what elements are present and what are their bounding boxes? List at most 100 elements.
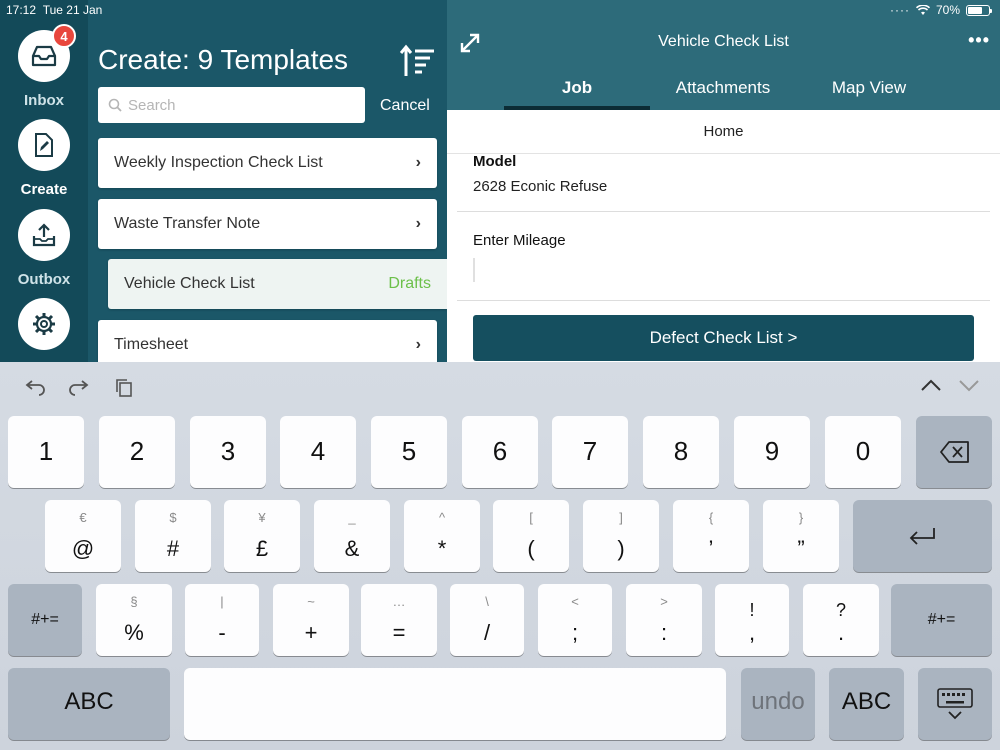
- drafts-status: Drafts: [388, 275, 431, 292]
- key-5[interactable]: 5: [371, 416, 447, 488]
- return-icon: [909, 528, 935, 545]
- key-8[interactable]: 8: [643, 416, 719, 488]
- space-key[interactable]: [184, 668, 726, 740]
- rail-item-settings[interactable]: [0, 298, 88, 350]
- outbox-label: Outbox: [17, 271, 71, 288]
- tab-map-view[interactable]: Map View: [796, 78, 942, 98]
- edit-document-icon: [35, 133, 53, 157]
- create-button[interactable]: [18, 119, 70, 171]
- abc-key-left[interactable]: ABC: [8, 668, 170, 740]
- key-ampersand[interactable]: _ &: [314, 500, 390, 572]
- cancel-button[interactable]: Cancel: [380, 97, 430, 115]
- key-open-paren[interactable]: [(: [493, 500, 569, 572]
- templates-panel: Create: 9 Templates Cancel Weekly Inspec…: [88, 0, 447, 362]
- key-percent[interactable]: §%: [96, 584, 172, 656]
- key-slash[interactable]: \ /: [450, 584, 524, 656]
- key-minus[interactable]: | -: [185, 584, 259, 656]
- detail-title: Vehicle Check List: [658, 33, 789, 50]
- gear-icon: [33, 313, 55, 335]
- template-item-vehicle-check[interactable]: Vehicle Check List Drafts: [108, 259, 447, 309]
- backspace-key[interactable]: [916, 416, 992, 488]
- template-item-timesheet[interactable]: Timesheet ›: [98, 320, 437, 362]
- key-9[interactable]: 9: [734, 416, 810, 488]
- search-icon: [108, 98, 122, 112]
- key-equals[interactable]: … =: [361, 584, 437, 656]
- model-value: 2628 Econic Refuse: [473, 178, 608, 195]
- search-box[interactable]: [98, 87, 365, 123]
- key-at[interactable]: € @: [45, 500, 121, 572]
- symbols-shift-key-right[interactable]: #+=: [891, 584, 992, 656]
- key-plus[interactable]: ~ +: [273, 584, 349, 656]
- tab-attachments[interactable]: Attachments: [650, 78, 796, 98]
- status-time: 17:12 Tue 21 Jan: [6, 3, 103, 17]
- rail-item-inbox[interactable]: 4 Inbox: [0, 24, 88, 109]
- battery-icon: [966, 4, 992, 16]
- template-item-waste-transfer[interactable]: Waste Transfer Note ›: [98, 199, 437, 249]
- key-comma[interactable]: !,: [715, 584, 789, 656]
- tab-job[interactable]: Job: [504, 78, 650, 98]
- left-rail: 4 Inbox Create Outbox: [0, 0, 88, 362]
- key-semicolon[interactable]: <;: [538, 584, 612, 656]
- wifi-icon: [915, 4, 930, 15]
- key-0[interactable]: 0: [825, 416, 901, 488]
- keyboard-hide-icon: [937, 688, 973, 720]
- undo-icon[interactable]: [24, 378, 46, 398]
- template-item-label: Timesheet: [114, 336, 189, 353]
- sort-icon[interactable]: [400, 44, 436, 78]
- upload-tray-icon: [32, 223, 56, 247]
- page-title: Create: 9 Templates: [98, 44, 349, 75]
- outbox-button[interactable]: [18, 209, 70, 261]
- template-item-label: Vehicle Check List: [124, 275, 255, 292]
- hide-keyboard-key[interactable]: [918, 668, 992, 740]
- key-hash[interactable]: $ #: [135, 500, 211, 572]
- key-colon[interactable]: >:: [626, 584, 702, 656]
- inbox-button[interactable]: 4: [18, 24, 76, 82]
- inbox-label: Inbox: [24, 92, 64, 109]
- paste-icon[interactable]: [114, 378, 134, 398]
- template-item-weekly-inspection[interactable]: Weekly Inspection Check List ›: [98, 138, 437, 188]
- chevron-right-icon: ›: [415, 336, 421, 353]
- inbox-icon: [31, 45, 57, 67]
- search-input[interactable]: [128, 96, 348, 114]
- more-options-icon[interactable]: •••: [968, 30, 990, 51]
- undo-key[interactable]: undo: [741, 668, 815, 740]
- model-label: Model: [473, 153, 517, 170]
- rail-item-create[interactable]: Create: [0, 119, 88, 198]
- divider: [457, 211, 990, 212]
- chevron-up-icon[interactable]: [920, 378, 942, 392]
- inbox-badge: 4: [52, 24, 76, 48]
- key-quote[interactable]: }”: [763, 500, 839, 572]
- key-pound[interactable]: ¥ £: [224, 500, 300, 572]
- abc-key-right[interactable]: ABC: [829, 668, 904, 740]
- chevron-right-icon: ›: [415, 154, 421, 171]
- redo-icon[interactable]: [68, 378, 90, 398]
- key-asterisk[interactable]: ^ *: [404, 500, 480, 572]
- chevron-right-icon: ›: [415, 215, 421, 232]
- signal-icon: ····: [889, 3, 910, 17]
- defect-check-list-button[interactable]: Defect Check List >: [473, 315, 974, 361]
- status-bar: 17:12 Tue 21 Jan ···· 70%: [0, 0, 1000, 20]
- return-key[interactable]: [853, 500, 992, 572]
- mileage-input[interactable]: [473, 258, 973, 282]
- key-4[interactable]: 4: [280, 416, 356, 488]
- symbols-shift-key-left[interactable]: #+=: [8, 584, 82, 656]
- key-close-paren[interactable]: ]): [583, 500, 659, 572]
- on-screen-keyboard: 1 2 3 4 5 6 7 8 9 0 € @ $ # ¥ £ _ & ^ * [( ])…: [0, 362, 1000, 750]
- backspace-icon: [940, 441, 969, 463]
- key-apostrophe[interactable]: {’: [673, 500, 749, 572]
- chevron-down-icon[interactable]: [958, 378, 980, 392]
- detail-pane: Vehicle Check List ••• Job Attachments M…: [447, 0, 1000, 362]
- key-1[interactable]: 1: [8, 416, 84, 488]
- settings-button[interactable]: [18, 298, 70, 350]
- key-period[interactable]: ?.: [803, 584, 879, 656]
- mileage-label: Enter Mileage: [473, 232, 566, 249]
- key-6[interactable]: 6: [462, 416, 538, 488]
- template-item-label: Waste Transfer Note: [114, 215, 261, 232]
- rail-item-outbox[interactable]: Outbox: [0, 209, 88, 288]
- divider: [457, 300, 990, 301]
- key-2[interactable]: 2: [99, 416, 175, 488]
- create-label: Create: [20, 181, 68, 198]
- battery-percent: 70%: [935, 3, 960, 17]
- key-3[interactable]: 3: [190, 416, 266, 488]
- key-7[interactable]: 7: [552, 416, 628, 488]
